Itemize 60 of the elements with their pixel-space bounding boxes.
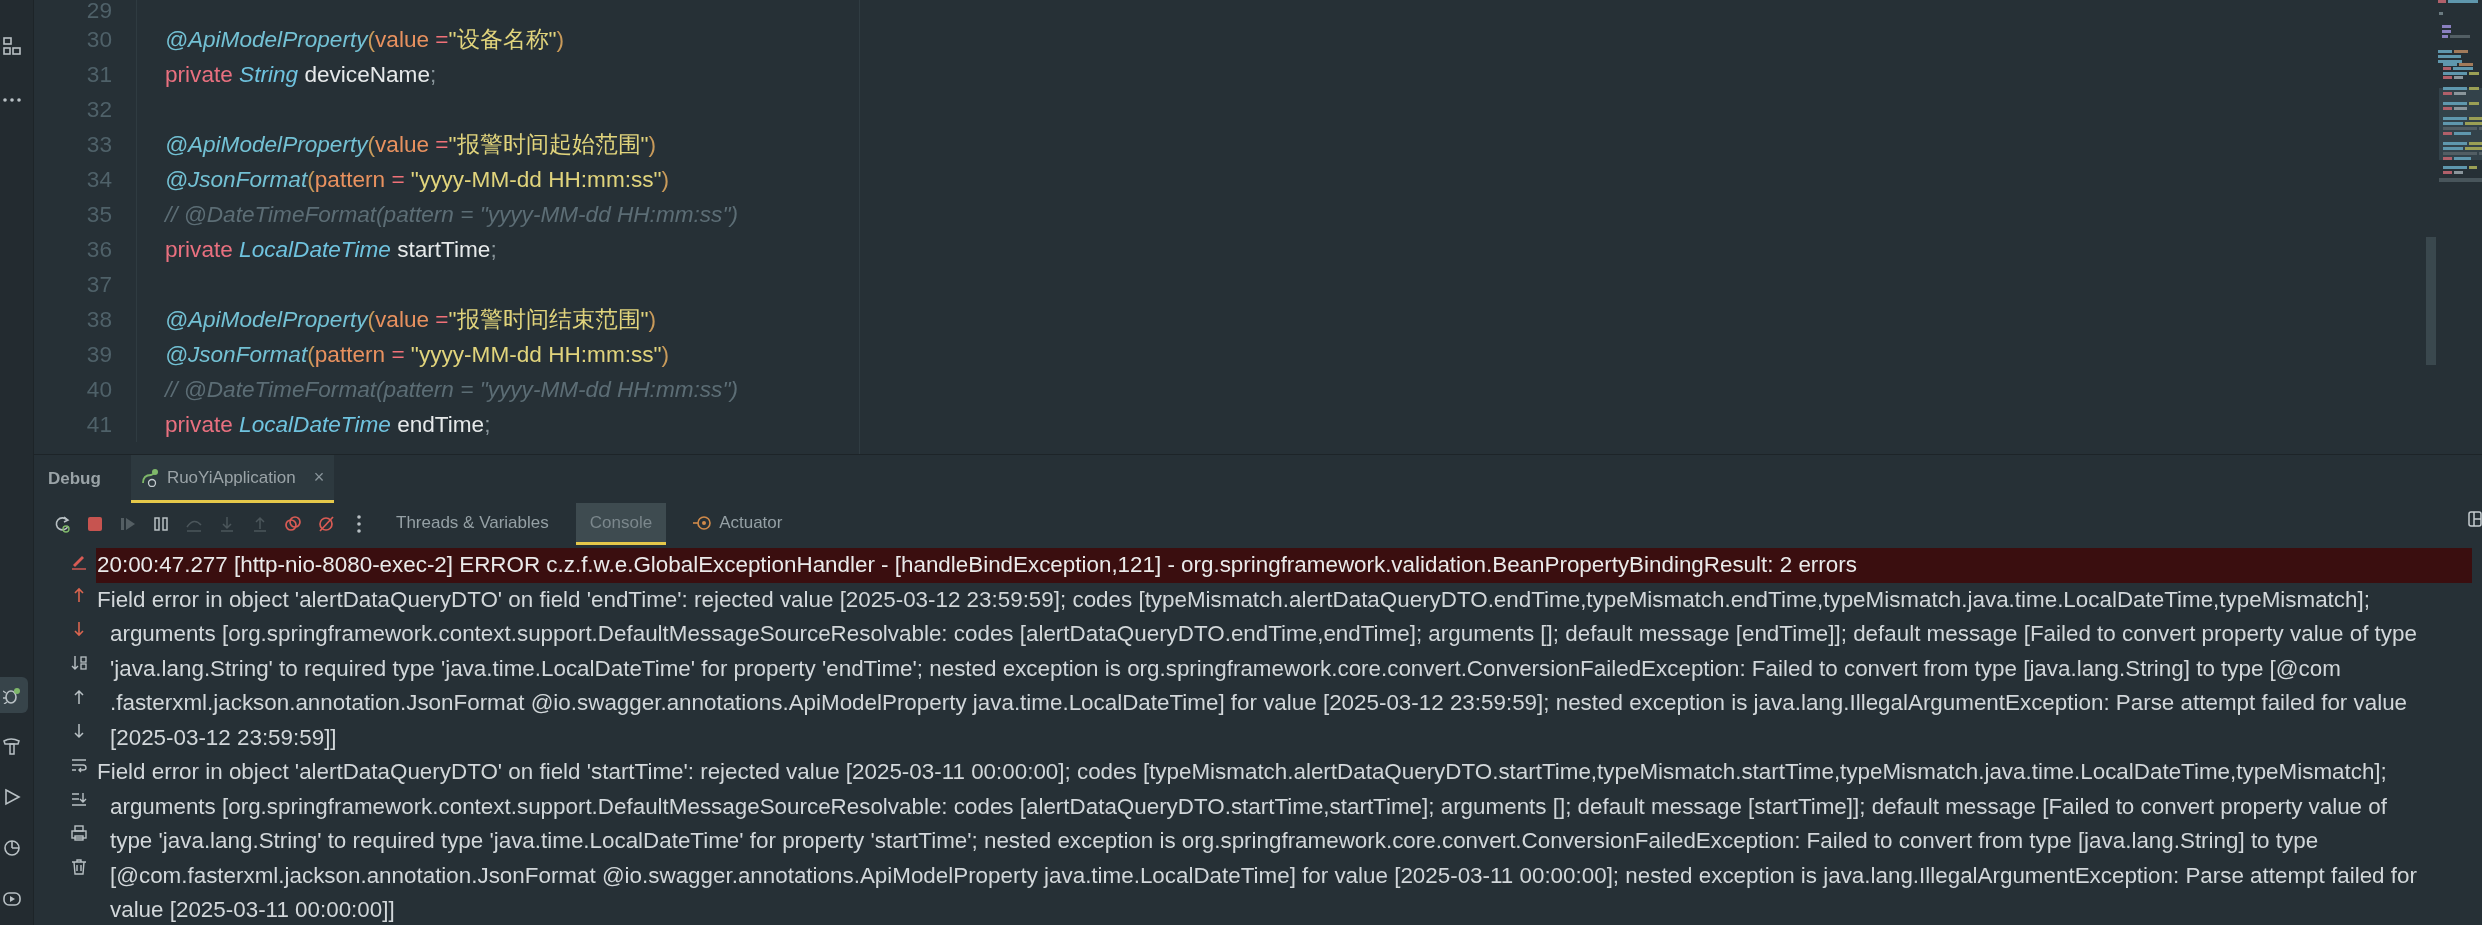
scrollbar-thumb[interactable]: [2426, 237, 2436, 365]
more-icon: [357, 515, 361, 533]
console-line: [@com.fasterxml.jackson.annotation.JsonFormat @io.swagger.annotations.ApiModelProperty java.time.LocalDateTime] for value [2025-03-11 00:00:00]; nested exception is java.lang.IllegalArgumentException: Parse attempt failed for: [109, 861, 2418, 890]
view-tab[interactable]: Threads & Variables: [382, 503, 563, 545]
sort-icon: [70, 654, 88, 672]
mute-breakpoints-icon: [317, 515, 335, 533]
breakpoints-button[interactable]: [283, 514, 303, 534]
soft-wrap-icon: [70, 756, 88, 774]
console-line: type 'java.lang.String' to required type 'java.time.LocalDateTime' for property 'startTime'; nested exception is org.springframework.core.convert.ConversionFailedException: Failed to convert from type [java.lang.String] to type: [109, 827, 2320, 855]
console-line: Field error in object 'alertDataQueryDTO' on field 'endTime': rejected value [2025-03-12 23:59:59]; codes [typeMismatch.alertDataQueryDTO.endTime,typeMismatch.endTime,typeMismatch.java.time.LocalDateTime,typeMismatch];: [96, 585, 2371, 614]
pause-button[interactable]: [151, 514, 171, 534]
console-line: 'java.lang.String' to required type 'java.time.LocalDateTime' for property 'endTime'; nested exception is org.springframework.core.convert.ConversionFailedException: Failed to convert from type [java.lang.String] to type [@com: [109, 654, 2342, 683]
actuator-icon: [693, 513, 712, 532]
console-line: Field error in object 'alertDataQueryDTO' on field 'startTime': rejected value [2025-03-11 00:00:00]; codes [typeMismatch.alertDataQueryDTO.startTime,typeMismatch.startTime,typeMismatch.java.time.LocalDateTime,typeMismatch];: [96, 758, 2388, 786]
console-line: .fasterxml.jackson.annotation.JsonFormat @io.swagger.annotations.ApiModelProperty java.time.LocalDateTime] for value [2025-03-12 23:59:59]; nested exception is java.lang.IllegalArgumentException: Parse attempt failed for value: [109, 689, 2409, 717]
console-line: arguments [org.springframework.context.support.DefaultMessageSourceResolvable: codes [alertDataQueryDTO.endTime,endTime]; arguments []; default message [endTime]]; default message [Failed to convert property value of type: [109, 620, 2418, 648]
resume-icon: [119, 515, 137, 533]
print-button[interactable]: [69, 823, 89, 843]
pause-icon: [152, 515, 170, 533]
view-tab[interactable]: Console: [575, 503, 667, 545]
run-icon: [3, 788, 21, 806]
panel-title: Debug: [48, 469, 101, 489]
code-line: @ApiModelProperty(value ="报警时间起始范围"): [165, 131, 657, 159]
code-line: // @DateTimeFormat(pattern = "yyyy-MM-dd HH:mm:ss"): [165, 376, 738, 403]
close-icon[interactable]: ×: [313, 467, 325, 488]
print-icon: [70, 824, 88, 842]
stop-button[interactable]: [85, 514, 105, 534]
breakpoints-icon: [284, 515, 302, 533]
console-line: value [2025-03-11 00:00:00]]: [109, 896, 396, 924]
stop-icon: [86, 515, 104, 533]
trash-button[interactable]: [69, 857, 89, 877]
code-line: // @DateTimeFormat(pattern = "yyyy-MM-dd HH:mm:ss"): [165, 201, 738, 228]
scroll-to-end-icon: [70, 790, 88, 808]
console-line: [2025-03-12 23:59:59]]: [109, 723, 338, 752]
code-line: private String deviceName;: [165, 61, 437, 88]
step-into-icon: [218, 515, 236, 533]
profiler-icon: [3, 839, 21, 857]
error-log-line: 20:00:47.277 [http-nio-8080-exec-2] ERROR c.z.f.w.e.GlobalExceptionHandler - [handleBindException,121] - org.springframework.validation.BeanPropertyBindingResult: 2 errors: [96, 551, 1858, 579]
trash-icon: [70, 858, 88, 876]
more-icon: [3, 98, 21, 102]
code-line: private LocalDateTime startTime;: [165, 236, 497, 263]
run-config-tab[interactable]: RuoYiApplication ×: [130, 455, 335, 503]
console-line: arguments [org.springframework.context.support.DefaultMessageSourceResolvable: codes [alertDataQueryDTO.startTime,startTime]; arguments []; default message [startTime]]; default message [Failed to convert property value of: [109, 792, 2388, 821]
mute-breakpoints-button[interactable]: [316, 514, 336, 534]
code-line: @JsonFormat(pattern = "yyyy-MM-dd HH:mm:ss"): [165, 341, 670, 368]
view-tab[interactable]: Actuator: [679, 503, 797, 545]
step-out-icon: [251, 515, 269, 533]
code-line: @JsonFormat(pattern = "yyyy-MM-dd HH:mm:ss"): [165, 166, 670, 193]
structure-icon: [3, 37, 21, 55]
debug-run-icon: [140, 468, 159, 487]
layout-icon[interactable]: [2468, 511, 2482, 527]
rerun-icon: [53, 515, 71, 533]
bug-tool-button[interactable]: [0, 677, 28, 713]
code-line: private LocalDateTime endTime;: [165, 411, 491, 438]
sort-button[interactable]: [69, 653, 89, 673]
hammer-icon: [3, 737, 21, 755]
bug-icon: [3, 686, 21, 704]
code-line: @ApiModelProperty(value ="设备名称"): [165, 26, 565, 54]
services-icon: [3, 890, 21, 908]
code-line: @ApiModelProperty(value ="报警时间结束范围"): [165, 306, 657, 334]
